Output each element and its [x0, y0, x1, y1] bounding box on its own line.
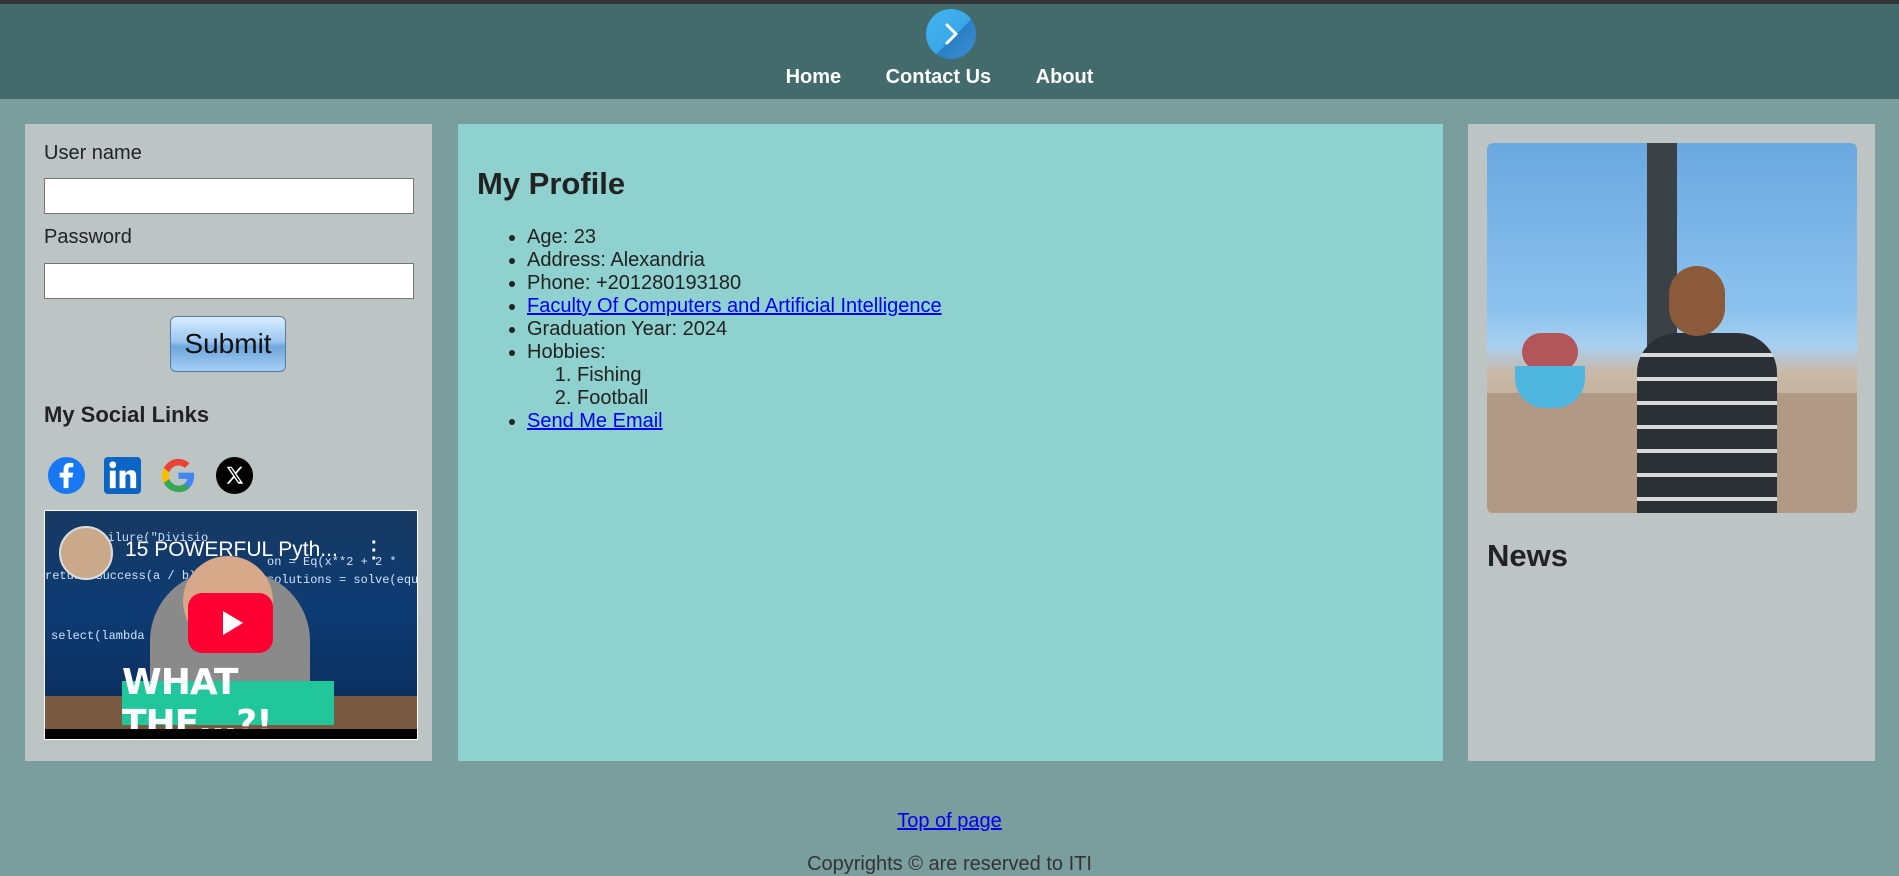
profile-hobbies-item: Hobbies: Fishing Football — [527, 341, 942, 410]
social-links-heading: My Social Links — [44, 402, 210, 427]
news-heading: News — [1487, 538, 1568, 573]
profile-heading: My Profile — [477, 166, 626, 201]
left-sidebar: User name Password Submit My Social Link… — [25, 124, 432, 761]
logo-chevron-right-icon[interactable] — [926, 9, 976, 59]
channel-avatar[interactable] — [59, 526, 113, 580]
password-label: Password — [44, 226, 132, 248]
hobbies-label: Hobbies: — [527, 341, 606, 363]
video-thumbnail-banner: WHAT THE...?! — [122, 662, 334, 739]
nav-contact-us[interactable]: Contact Us — [886, 66, 992, 88]
google-icon[interactable] — [159, 456, 198, 495]
username-input[interactable] — [44, 178, 414, 214]
right-sidebar: News — [1468, 124, 1875, 761]
top-of-page-link[interactable]: Top of page — [897, 810, 1002, 832]
username-label: User name — [44, 142, 142, 164]
social-links — [47, 456, 254, 495]
password-input[interactable] — [44, 263, 414, 299]
youtube-video-embed[interactable]: return Success(a / b) Failure("Divisio s… — [44, 510, 418, 740]
profile-faculty-item: Faculty Of Computers and Artificial Inte… — [527, 295, 942, 318]
profile-email-item: Send Me Email — [527, 410, 942, 433]
send-email-link[interactable]: Send Me Email — [527, 410, 663, 432]
nav-home[interactable]: Home — [786, 66, 842, 88]
hobby-item: Football — [577, 387, 942, 410]
hobby-item: Fishing — [577, 364, 942, 387]
profile-list: Age: 23 Address: Alexandria Phone: +2012… — [477, 226, 942, 433]
copyright-text: Copyrights © are reserved to ITI — [807, 853, 1092, 875]
video-more-options-icon[interactable]: · · · — [371, 533, 378, 569]
profile-panel: My Profile Age: 23 Address: Alexandria P… — [458, 124, 1443, 761]
x-icon[interactable] — [215, 456, 254, 495]
profile-phone: Phone: +201280193180 — [527, 272, 942, 295]
profile-address: Address: Alexandria — [527, 249, 942, 272]
nav-about[interactable]: About — [1036, 66, 1094, 88]
faculty-link[interactable]: Faculty Of Computers and Artificial Inte… — [527, 295, 942, 317]
profile-graduation: Graduation Year: 2024 — [527, 318, 942, 341]
photo-person-shirt — [1637, 333, 1777, 513]
facebook-icon[interactable] — [47, 456, 86, 495]
video-title[interactable]: 15 POWERFUL Pyth... — [125, 538, 338, 562]
footer-top-link-wrap: Top of page — [0, 810, 1899, 833]
linkedin-icon[interactable] — [103, 456, 142, 495]
hobbies-list: Fishing Football — [527, 364, 942, 410]
video-code-line: solutions = solve(equatio — [267, 573, 418, 587]
site-header: Home Contact Us About — [0, 4, 1899, 99]
video-bottom-bar — [45, 729, 417, 739]
youtube-play-button[interactable] — [188, 593, 273, 653]
profile-age: Age: 23 — [527, 226, 942, 249]
main-nav: Home Contact Us About — [0, 66, 1899, 89]
submit-button[interactable]: Submit — [170, 316, 286, 372]
photo-person-head — [1669, 266, 1725, 336]
profile-photo — [1487, 143, 1857, 513]
